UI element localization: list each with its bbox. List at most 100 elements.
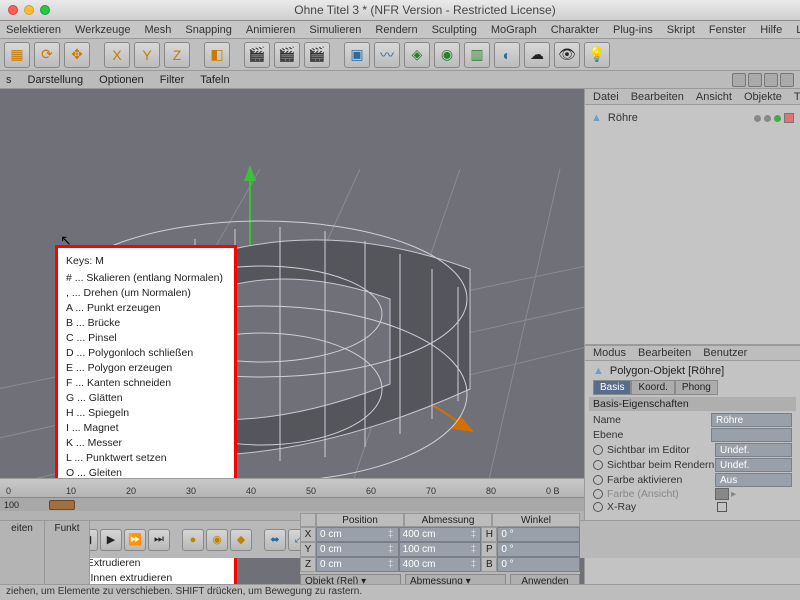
camera-icon[interactable]: 👁 — [554, 42, 580, 68]
generator-icon[interactable]: ◈ — [404, 42, 430, 68]
tab-basis[interactable]: Basis — [593, 380, 631, 395]
zoom-icon[interactable] — [40, 5, 50, 15]
popup-item[interactable]: K ... Messer — [66, 436, 226, 451]
coord-system-icon[interactable]: ◧ — [204, 42, 230, 68]
menu-charakter[interactable]: Charakter — [551, 24, 599, 36]
enable-dot-icon[interactable] — [774, 115, 781, 122]
rotate-icon[interactable]: ⟳ — [34, 42, 60, 68]
goto-end-button[interactable]: ⏭ — [148, 529, 170, 551]
phong-tag-icon[interactable] — [784, 113, 794, 123]
environment-icon[interactable]: ☁ — [524, 42, 550, 68]
pos-z-input[interactable]: 0 cm‡ — [316, 557, 399, 572]
popup-item[interactable]: F ... Kanten schneiden — [66, 376, 226, 391]
dropdown-sichtbar-rendern[interactable]: Undef. — [715, 458, 792, 472]
popup-item[interactable]: B ... Brücke — [66, 316, 226, 331]
keyframe-sel-button[interactable]: ◆ — [230, 529, 252, 551]
tab-koord[interactable]: Koord. — [631, 380, 674, 395]
spline-icon[interactable]: 〰 — [374, 42, 400, 68]
menu-rendern[interactable]: Rendern — [375, 24, 417, 36]
view-menu-filter[interactable]: Filter — [160, 74, 184, 86]
om-menu-datei[interactable]: Datei — [593, 91, 619, 103]
popup-item[interactable]: D ... Polygonloch schließen — [66, 346, 226, 361]
axis-y-icon[interactable]: Y — [134, 42, 160, 68]
object-name[interactable]: Röhre — [608, 112, 638, 124]
live-select-icon[interactable]: ▦ — [4, 42, 30, 68]
render-view-icon[interactable]: 🎬 — [244, 42, 270, 68]
pos-y-input[interactable]: 0 cm‡ — [316, 542, 399, 557]
render-region-icon[interactable]: 🎬 — [274, 42, 300, 68]
popup-item[interactable]: , ... Drehen (um Normalen) — [66, 286, 226, 301]
menu-hilfe[interactable]: Hilfe — [760, 24, 782, 36]
checkbox-xray[interactable] — [717, 502, 727, 512]
close-icon[interactable] — [8, 5, 18, 15]
anim-dot-icon[interactable] — [593, 502, 603, 512]
record-button[interactable]: ● — [182, 529, 204, 551]
menu-selektieren[interactable]: Selektieren — [6, 24, 61, 36]
minimize-icon[interactable] — [24, 5, 34, 15]
anim-dot-icon[interactable] — [593, 489, 603, 499]
menu-skript[interactable]: Skript — [667, 24, 695, 36]
menu-mograph[interactable]: MoGraph — [491, 24, 537, 36]
menu-sculpting[interactable]: Sculpting — [432, 24, 477, 36]
move-icon[interactable]: ✥ — [64, 42, 90, 68]
nurbs-icon[interactable]: ◉ — [434, 42, 460, 68]
key-pos-button[interactable]: ⬌ — [264, 529, 286, 551]
anim-dot-icon[interactable] — [593, 445, 603, 455]
menu-animieren[interactable]: Animieren — [246, 24, 296, 36]
menu-plugins[interactable]: Plug-ins — [613, 24, 653, 36]
attr-menu-bearbeiten[interactable]: Bearbeiten — [638, 347, 691, 359]
tab-phong[interactable]: Phong — [675, 380, 718, 395]
viewport-nav-icon[interactable] — [732, 73, 746, 87]
play-fwd-button[interactable]: ▶ — [100, 529, 122, 551]
popup-item[interactable]: I ... Magnet — [66, 421, 226, 436]
popup-item[interactable]: W ... Innen extrudieren — [66, 571, 226, 584]
attr-menu-benutzer[interactable]: Benutzer — [703, 347, 747, 359]
view-menu-s[interactable]: s — [6, 74, 12, 86]
attr-menu-modus[interactable]: Modus — [593, 347, 626, 359]
menu-mesh[interactable]: Mesh — [144, 24, 171, 36]
visibility-dot-icon[interactable] — [764, 115, 771, 122]
size-y-input[interactable]: 100 cm‡ — [399, 542, 482, 557]
menu-simulieren[interactable]: Simulieren — [309, 24, 361, 36]
view-menu-tafeln[interactable]: Tafeln — [200, 74, 229, 86]
popup-item[interactable]: G ... Glätten — [66, 391, 226, 406]
input-name[interactable]: Röhre — [711, 413, 792, 427]
viewport-nav-icon[interactable] — [780, 73, 794, 87]
render-settings-icon[interactable]: 🎬 — [304, 42, 330, 68]
size-x-input[interactable]: 400 cm‡ — [399, 527, 482, 542]
popup-item[interactable]: H ... Spiegeln — [66, 406, 226, 421]
viewport-nav-icon[interactable] — [748, 73, 762, 87]
om-menu-bearbeiten[interactable]: Bearbeiten — [631, 91, 684, 103]
color-swatch[interactable] — [715, 488, 729, 500]
axis-z-icon[interactable]: Z — [164, 42, 190, 68]
visibility-dot-icon[interactable] — [754, 115, 761, 122]
dropdown-sichtbar-editor[interactable]: Undef. — [715, 443, 792, 457]
light-icon[interactable]: 💡 — [584, 42, 610, 68]
om-menu-ansicht[interactable]: Ansicht — [696, 91, 732, 103]
input-ebene[interactable] — [711, 428, 792, 442]
popup-item[interactable]: L ... Punktwert setzen — [66, 451, 226, 466]
view-menu-optionen[interactable]: Optionen — [99, 74, 144, 86]
pos-x-input[interactable]: 0 cm‡ — [316, 527, 399, 542]
menu-snapping[interactable]: Snapping — [185, 24, 232, 36]
popup-item[interactable]: # ... Skalieren (entlang Normalen) — [66, 271, 226, 286]
object-manager[interactable]: ▲ Röhre — [585, 105, 800, 345]
primitive-cube-icon[interactable]: ▣ — [344, 42, 370, 68]
deformer-icon[interactable]: ◐ — [494, 42, 520, 68]
dropdown-farbe-aktivieren[interactable]: Aus — [715, 473, 792, 487]
anim-dot-icon[interactable] — [593, 475, 603, 485]
om-menu-tags[interactable]: Tag — [794, 91, 800, 103]
array-icon[interactable]: ▥ — [464, 42, 490, 68]
popup-item[interactable]: C ... Pinsel — [66, 331, 226, 346]
step-fwd-button[interactable]: ⏩ — [124, 529, 146, 551]
menu-werkzeuge[interactable]: Werkzeuge — [75, 24, 130, 36]
menu-fenster[interactable]: Fenster — [709, 24, 746, 36]
rot-b-input[interactable]: 0 ° — [497, 557, 580, 572]
rot-h-input[interactable]: 0 ° — [497, 527, 580, 542]
popup-item[interactable]: E ... Polygon erzeugen — [66, 361, 226, 376]
object-row[interactable]: ▲ Röhre — [591, 109, 794, 127]
rot-p-input[interactable]: 0 ° — [497, 542, 580, 557]
view-menu-darstellung[interactable]: Darstellung — [28, 74, 84, 86]
timeline-knob[interactable] — [49, 500, 75, 510]
timeline-ruler[interactable]: 0 10 20 30 40 50 60 70 80 0 B — [0, 479, 584, 497]
